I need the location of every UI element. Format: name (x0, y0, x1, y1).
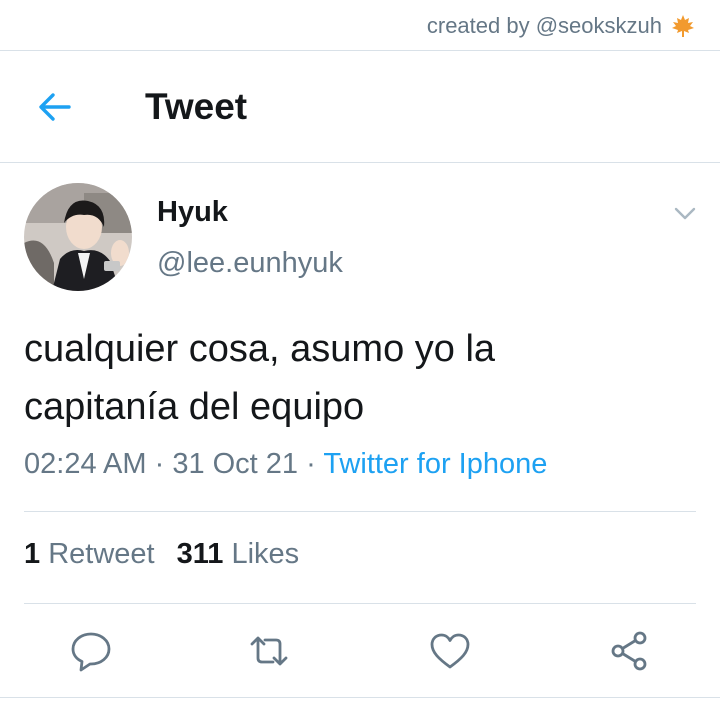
watermark-text: created by @seokskzuh (426, 13, 662, 38)
tweet-meta: 02:24 AM · 31 Oct 21 · Twitter for Iphon… (24, 448, 547, 481)
page-title: Tweet (145, 86, 248, 127)
likes-label: Likes (231, 538, 300, 570)
top-bar: Tweet (0, 50, 720, 162)
likes-count: 311 (176, 538, 224, 570)
bottom-divider (0, 697, 720, 698)
tweet-text-line: capitanía del equipo (24, 386, 365, 428)
author-name[interactable]: Hyuk (157, 196, 228, 229)
author-handle[interactable]: @lee.eunhyuk (157, 247, 343, 280)
tweet-text-line: cualquier cosa, asumo yo la (24, 328, 496, 370)
watermark: created by @seokskzuh (427, 10, 696, 42)
meta-separator: · (298, 448, 324, 480)
header-divider (0, 162, 720, 163)
maple-leaf-icon (672, 15, 694, 37)
action-bar (0, 612, 720, 690)
retweet-icon[interactable] (246, 628, 292, 674)
share-icon[interactable] (606, 628, 652, 674)
retweets-count: 1 (24, 538, 41, 570)
stats-divider (24, 603, 696, 604)
avatar-photo (24, 183, 132, 291)
tweet-time: 02:24 AM (24, 448, 147, 480)
back-arrow-icon (39, 93, 71, 121)
retweets-label: Retweet (48, 538, 155, 570)
retweets-stat[interactable]: 1 Retweet (24, 538, 155, 570)
tweet-stats: 1 Retweet 311 Likes (24, 538, 299, 571)
chevron-down-icon[interactable] (670, 198, 700, 228)
likes-stat[interactable]: 311 Likes (177, 538, 300, 570)
tweet-text: cualquier cosa, asumo yo la capitanía de… (24, 320, 694, 436)
tweet-source[interactable]: Twitter for Iphone (323, 448, 547, 480)
meta-separator: · (146, 448, 173, 480)
meta-divider (24, 511, 696, 512)
tweet-date[interactable]: 31 Oct 21 (172, 448, 298, 480)
reply-icon[interactable] (68, 628, 114, 674)
avatar[interactable] (24, 183, 132, 291)
back-button[interactable] (30, 84, 80, 130)
like-icon[interactable] (427, 628, 473, 674)
